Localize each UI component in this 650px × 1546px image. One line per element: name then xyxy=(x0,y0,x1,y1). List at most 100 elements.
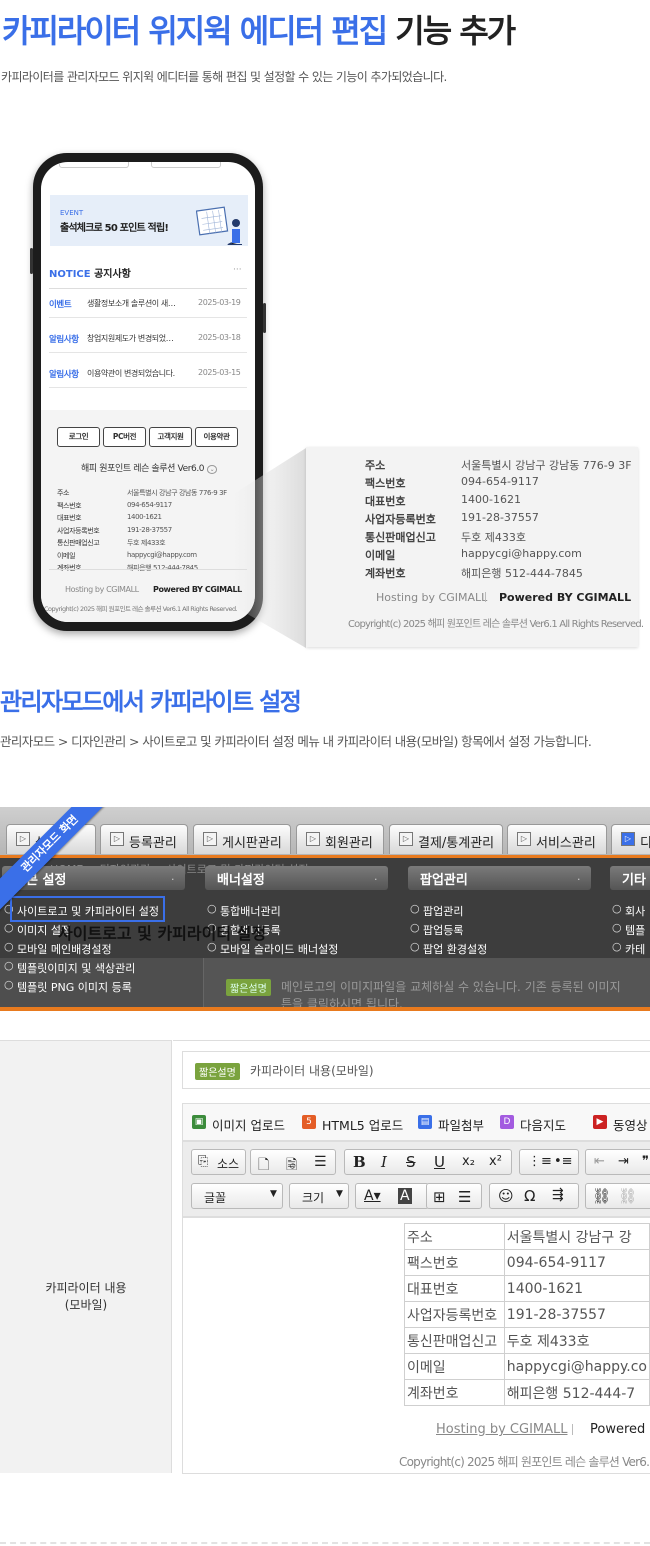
bullet-list-icon[interactable]: •≡ xyxy=(554,1154,573,1169)
bottom-divider xyxy=(0,1542,650,1544)
editor-copyright: Copyright(c) 2025 해피 원포인트 레슨 솔루션 Ver6. xyxy=(399,1455,650,1469)
menu-item-col2-0[interactable]: 통합배너관리 xyxy=(220,903,281,919)
blockquote-icon[interactable]: ❞ xyxy=(642,1154,649,1169)
main-title-blue: 카피라이터 위지윅 에디터 편집 xyxy=(2,12,388,50)
table-value[interactable]: 서울특별시 강남구 강 xyxy=(503,1223,650,1250)
card-value: happycgi@happy.com xyxy=(461,547,582,560)
table-icon[interactable]: ⊞ xyxy=(433,1188,446,1206)
table-value[interactable]: 해피은행 512-444-7 xyxy=(503,1379,650,1406)
font-dropdown-icon: ▼ xyxy=(270,1189,277,1199)
table-label[interactable]: 팩스번호 xyxy=(404,1249,505,1276)
upload-button-0[interactable]: 이미지 업로드 xyxy=(212,1115,285,1134)
hline-icon[interactable]: ☰ xyxy=(458,1188,471,1206)
card-label: 계좌번호 xyxy=(365,567,406,580)
event-banner[interactable]: EVENT 출석체크로 50 포인트 적립! xyxy=(50,195,248,246)
menu-head-1[interactable]: 배너설정 xyxy=(205,866,388,890)
superscript-icon[interactable]: x² xyxy=(489,1154,502,1169)
editor-field-desc: 카피라이터 내용(모바일) xyxy=(250,1064,374,1078)
indent-buttons-group: ⇤ ⇥ ❞ xyxy=(585,1149,650,1175)
notice-divider xyxy=(49,288,247,289)
upload-button-4[interactable]: 동영상 xyxy=(613,1115,648,1134)
menu-item-col4-1[interactable]: 템플 xyxy=(625,922,645,938)
font-select[interactable]: 글꼴 ▼ xyxy=(191,1183,283,1209)
upload-button-2[interactable]: 파일첨부 xyxy=(438,1115,484,1134)
subscript-icon[interactable]: x₂ xyxy=(462,1154,475,1169)
preview-icon[interactable]: 🗟 xyxy=(286,1154,297,1178)
admin-tab-1[interactable]: ▷ 등록관리 xyxy=(100,824,188,854)
table-row: 팩스번호 094-654-9117 xyxy=(404,1249,650,1276)
bg-color-icon[interactable]: A xyxy=(398,1188,412,1204)
outdent-icon[interactable]: ⇤ xyxy=(594,1154,605,1169)
new-page-icon[interactable]: 🗋 xyxy=(258,1154,269,1178)
italic-icon[interactable]: I xyxy=(381,1153,387,1171)
card-label: 사업자등록번호 xyxy=(365,513,436,526)
menu-item-col1-4[interactable]: 템플릿 PNG 이미지 등록 xyxy=(17,979,132,995)
card-hosting[interactable]: Hosting by CGIMALL xyxy=(376,591,487,604)
table-value[interactable]: 094-654-9117 xyxy=(503,1249,650,1276)
numbered-list-icon[interactable]: ⋮≡ xyxy=(528,1154,552,1169)
admin-tab-4[interactable]: ▷ 결제/통계관리 xyxy=(389,824,503,854)
notice-title-2[interactable]: 이용약관이 변경되었습니다. xyxy=(87,368,191,379)
editor-powered[interactable]: Powered BY xyxy=(590,1422,650,1437)
admin-tab-3[interactable]: ▷ 회원관리 xyxy=(296,824,384,854)
link-icon[interactable]: ⛓ xyxy=(592,1187,611,1205)
table-value[interactable]: 두호 제433호 xyxy=(503,1327,650,1354)
menu-item-col4-0[interactable]: 회사 xyxy=(625,903,645,919)
table-label[interactable]: 계좌번호 xyxy=(404,1379,505,1406)
admin-tab-5[interactable]: ▷ 서비스관리 xyxy=(507,824,607,854)
menu-item-col4-2[interactable]: 카테 xyxy=(625,941,645,957)
size-select[interactable]: 크기 ▼ xyxy=(289,1183,349,1209)
phone-top-box-left xyxy=(59,162,129,168)
admin-tab-2[interactable]: ▷ 게시판관리 xyxy=(193,824,291,854)
notice-date: 2025-03-19 xyxy=(198,298,241,307)
table-value[interactable]: 1400-1621 xyxy=(503,1275,650,1302)
menu-item-col1-3[interactable]: 템플릿이미지 및 색상관리 xyxy=(17,960,135,976)
notice-divider xyxy=(49,387,247,388)
menu-bullet: ○ xyxy=(4,940,14,953)
menu-head-3[interactable]: 기타 xyxy=(610,866,650,890)
notice-title-0[interactable]: 생활정보소개 솔루션이 새… xyxy=(87,298,191,309)
unlink-icon[interactable]: ⛓ xyxy=(618,1187,637,1205)
card-powered[interactable]: Powered BY CGIMALL xyxy=(499,591,631,604)
size-dropdown-icon: ▼ xyxy=(336,1189,343,1199)
source-button[interactable]: ⎘ 소스 xyxy=(191,1149,246,1175)
bold-icon[interactable]: B xyxy=(353,1153,366,1171)
tab-arrow-icon: ▷ xyxy=(110,832,124,846)
card-label: 통신판매업신고 xyxy=(365,531,436,544)
card-label: 팩스번호 xyxy=(365,477,406,490)
menu-item-col3-1[interactable]: 팝업등록 xyxy=(423,922,463,938)
notice-title-1[interactable]: 창업지원제도가 변경되었… xyxy=(87,333,191,344)
menu-item-col3-2[interactable]: 팝업 환경설정 xyxy=(423,941,487,957)
table-label[interactable]: 사업자등록번호 xyxy=(404,1301,505,1328)
pagebreak-icon[interactable]: ⇶ xyxy=(552,1187,564,1203)
upload-button-1[interactable]: HTML5 업로드 xyxy=(322,1115,403,1134)
template-icon[interactable]: ☰ xyxy=(314,1154,327,1170)
smiley-icon[interactable]: ☺ xyxy=(498,1187,514,1205)
underline-icon[interactable]: U xyxy=(434,1153,445,1171)
font-select-label: 글꼴 xyxy=(204,1191,227,1205)
menu-head-dot: · xyxy=(171,873,175,886)
upload-button-3[interactable]: 다음지도 xyxy=(520,1115,566,1134)
admin-bottom-line xyxy=(0,1007,650,1011)
menu-bullet: ○ xyxy=(612,940,622,953)
table-value[interactable]: happycgi@happy.co xyxy=(503,1353,650,1380)
tab-arrow-icon: ▷ xyxy=(399,832,413,846)
table-label[interactable]: 주소 xyxy=(404,1223,505,1250)
admin-tab-label: 디 xyxy=(640,836,650,851)
table-value[interactable]: 191-28-37557 xyxy=(503,1301,650,1328)
text-color-icon[interactable]: A▾ xyxy=(364,1188,381,1204)
indent-icon[interactable]: ⇥ xyxy=(618,1154,629,1169)
notice-more-icon[interactable]: ··· xyxy=(233,265,242,275)
admin-tab-6[interactable]: ▷ 디 xyxy=(611,824,650,854)
editor-hosting[interactable]: Hosting by CGIMALL xyxy=(436,1422,568,1437)
admin-tab-label: 등록관리 xyxy=(129,836,177,851)
special-char-icon[interactable]: Ω xyxy=(524,1187,535,1205)
table-label[interactable]: 이메일 xyxy=(404,1353,505,1380)
menu-item-col3-0[interactable]: 팝업관리 xyxy=(423,903,463,919)
menu-head-2[interactable]: 팝업관리 xyxy=(408,866,591,890)
table-row: 계좌번호 해피은행 512-444-7 xyxy=(404,1379,650,1406)
card-label: 이메일 xyxy=(365,549,396,562)
table-label[interactable]: 대표번호 xyxy=(404,1275,505,1302)
strike-icon[interactable]: S xyxy=(406,1153,416,1171)
table-label[interactable]: 통신판매업신고 xyxy=(404,1327,505,1354)
